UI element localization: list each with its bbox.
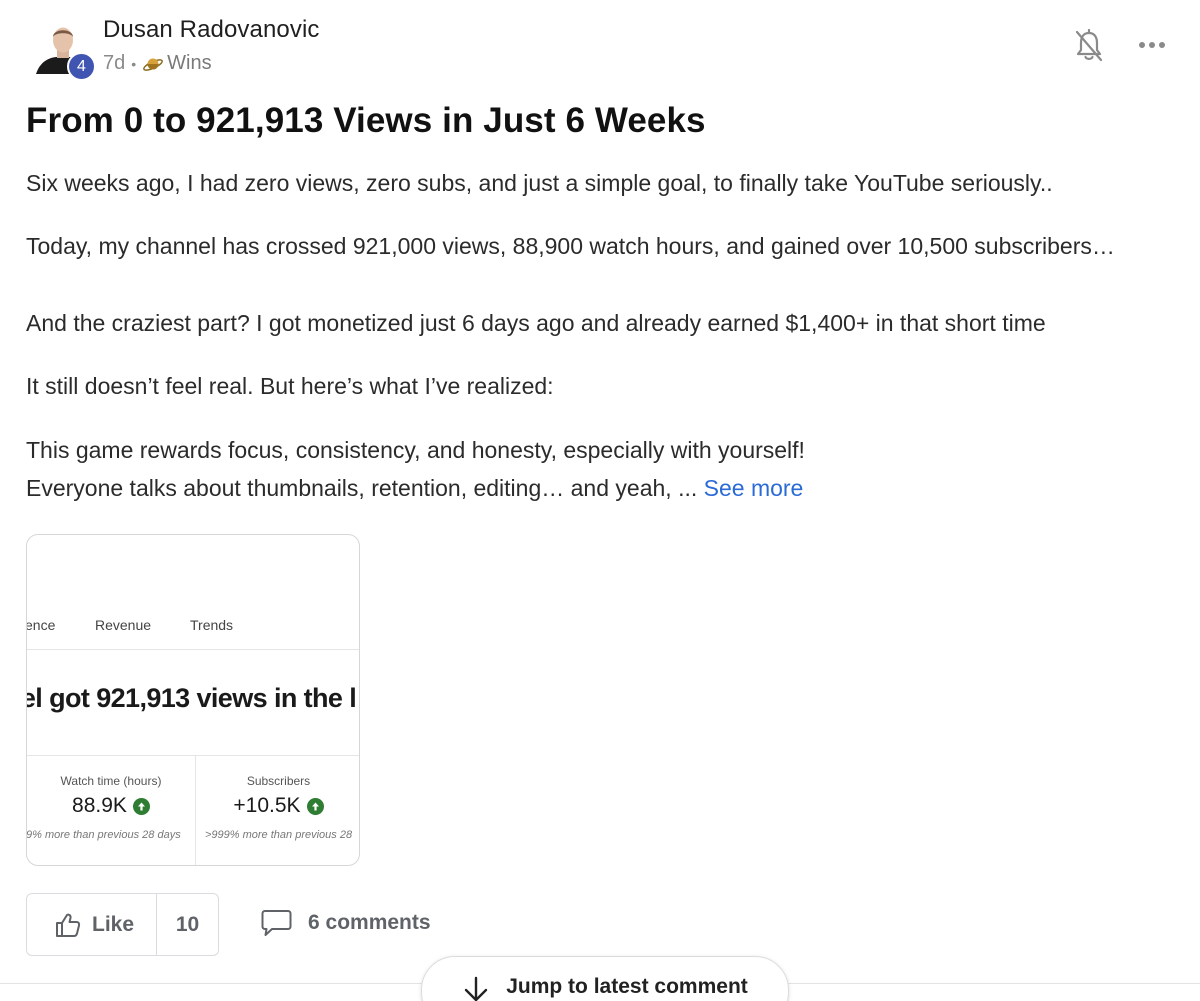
notification-toggle-button[interactable] bbox=[1072, 28, 1106, 64]
author-name[interactable]: Dusan Radovanovic bbox=[103, 16, 320, 44]
attachment-tab: ence bbox=[26, 617, 56, 633]
attachment-headline: nel got 921,913 views in the l bbox=[26, 683, 357, 713]
comments-label: 6 comments bbox=[308, 911, 431, 934]
stat-label: Subscribers bbox=[246, 774, 311, 788]
post-paragraph-text: Everyone talks about thumbnails, retenti… bbox=[26, 475, 698, 501]
level-badge: 4 bbox=[67, 52, 96, 81]
post-paragraph: And the craziest part? I got monetized j… bbox=[26, 310, 1046, 336]
arrow-down-icon bbox=[465, 976, 488, 1001]
stat-subscribers: Subscribers +10.5K >999% more than previ… bbox=[196, 756, 359, 865]
author-avatar[interactable]: 4 bbox=[34, 22, 96, 81]
post-meta: 7d • Wins bbox=[103, 52, 212, 75]
post-paragraph: Today, my channel has crossed 921,000 vi… bbox=[26, 233, 1115, 259]
post-title: From 0 to 921,913 Views in Just 6 Weeks bbox=[26, 101, 706, 140]
jump-to-latest-comment-button[interactable]: Jump to latest comment bbox=[421, 956, 789, 1001]
comment-icon bbox=[261, 910, 292, 936]
like-label: Like bbox=[92, 912, 135, 936]
post-paragraph: It still doesn’t feel real. But here’s w… bbox=[26, 373, 554, 399]
more-icon bbox=[1139, 42, 1165, 48]
meta-separator: • bbox=[131, 55, 137, 72]
post-paragraph: This game rewards focus, consistency, an… bbox=[26, 437, 805, 463]
jump-label: Jump to latest comment bbox=[506, 975, 748, 998]
attachment-tab: Revenue bbox=[95, 617, 152, 633]
like-group: Like 10 bbox=[26, 893, 219, 956]
stat-note: 9% more than previous 28 days bbox=[26, 829, 181, 841]
comments-button[interactable]: 6 comments bbox=[261, 908, 431, 938]
stat-watch-time: Watch time (hours) 88.9K 9% more than pr… bbox=[26, 756, 196, 865]
more-options-button[interactable] bbox=[1134, 32, 1170, 58]
post-page: 4 Dusan Radovanovic 7d • Wins From 0 to … bbox=[0, 0, 1200, 1001]
like-count[interactable]: 10 bbox=[157, 894, 218, 955]
attachment-image[interactable]: ence Revenue Trends nel got 921,913 view… bbox=[26, 534, 360, 866]
attachment-tabs: ence Revenue Trends bbox=[26, 535, 359, 650]
stat-value: 88.9K bbox=[72, 794, 127, 817]
like-button[interactable]: Like bbox=[27, 894, 157, 955]
stat-label: Watch time (hours) bbox=[60, 774, 162, 788]
stat-note: >999% more than previous 28 bbox=[205, 829, 353, 841]
see-more-link[interactable]: See more bbox=[704, 475, 804, 501]
attachment-stats: Watch time (hours) 88.9K 9% more than pr… bbox=[26, 755, 359, 865]
post-paragraph: Six weeks ago, I had zero views, zero su… bbox=[26, 170, 1053, 196]
category-icon bbox=[143, 58, 164, 71]
post-time[interactable]: 7d bbox=[103, 52, 125, 75]
bell-off-icon bbox=[1075, 28, 1103, 62]
stat-value-row: +10.5K bbox=[196, 794, 359, 818]
post-category[interactable]: Wins bbox=[167, 52, 211, 75]
stat-value: +10.5K bbox=[233, 794, 301, 817]
up-arrow-icon bbox=[132, 797, 150, 815]
thumbs-up-icon bbox=[56, 913, 81, 937]
attachment-tab: Trends bbox=[190, 617, 234, 633]
post-paragraph-last: Everyone talks about thumbnails, retenti… bbox=[26, 469, 1176, 508]
stat-value-row: 88.9K bbox=[27, 794, 195, 818]
up-arrow-icon bbox=[306, 797, 324, 815]
